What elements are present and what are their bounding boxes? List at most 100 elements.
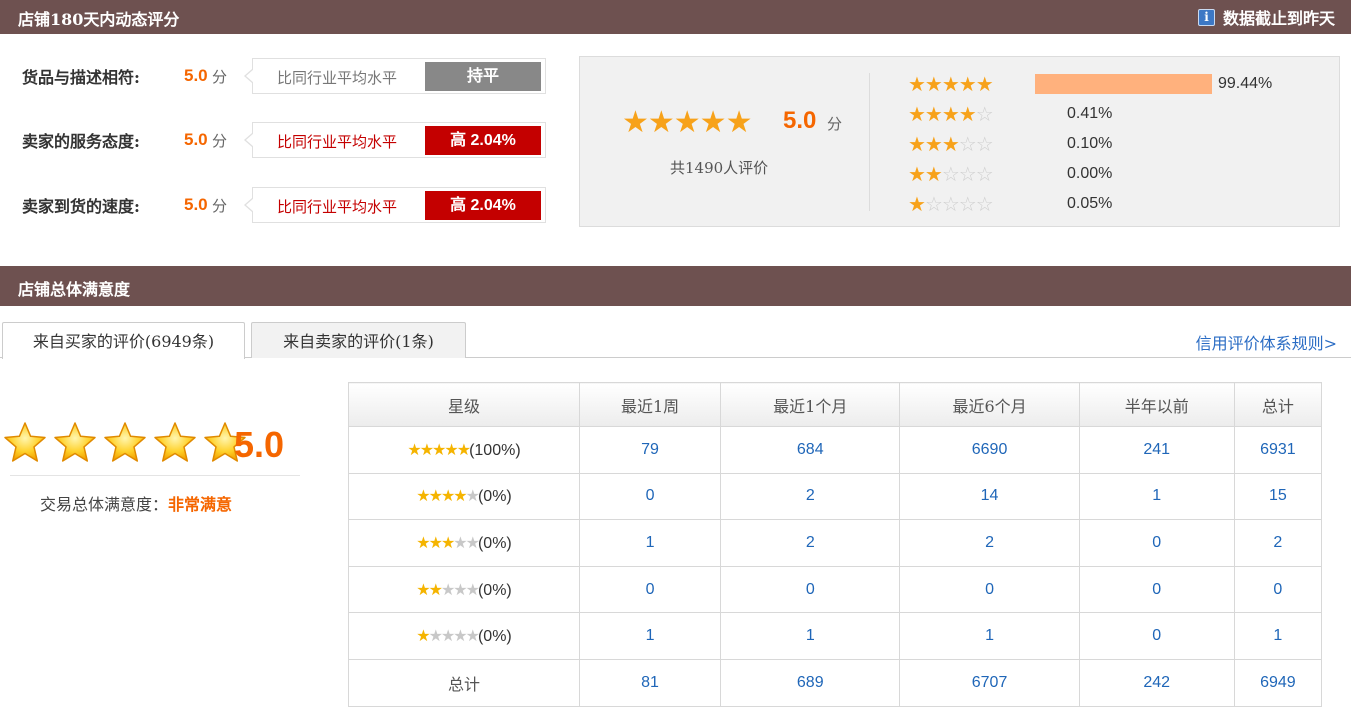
pointer-arrow-inner: [246, 198, 254, 212]
table-header-cell: 总计: [1233, 382, 1323, 427]
star-level-pct: (100%): [469, 441, 521, 459]
table-header-row: 星级 最近1周 最近1个月 最近6个月 半年以前 总计: [348, 382, 1323, 427]
overall-star-icon: [104, 422, 146, 462]
distribution-pct: 0.10%: [1067, 135, 1113, 152]
count-cell[interactable]: 2: [1233, 519, 1323, 567]
distribution-row: ★☆☆☆☆ 0.05%: [908, 189, 1112, 219]
count-cell[interactable]: 0: [1078, 612, 1235, 660]
count-cell[interactable]: 684: [720, 426, 901, 474]
dsr-row: 卖家到货的速度: 5.0 分 比同行业平均水平 高 2.04%: [22, 187, 546, 223]
count-cell[interactable]: 0: [578, 565, 722, 614]
rating-summary-panel: ★★★★★ 5.0 分 共1490人评价 ★★★★★ 99.44% ★★★★☆ 0.4…: [579, 56, 1340, 227]
tab-buyer-reviews[interactable]: 来自买家的评价(6949条): [2, 322, 245, 359]
compare-badge: 持平: [425, 62, 541, 91]
pointer-arrow-inner: [246, 69, 254, 83]
star-level-cell: ★★★★★(0%): [348, 565, 580, 614]
star-level-icon: ★★★★★: [908, 73, 994, 96]
total-cell: 689: [720, 658, 901, 707]
star-level-icon: ★★★☆☆: [908, 133, 994, 156]
dsr-row: 卖家的服务态度: 5.0 分 比同行业平均水平 高 2.04%: [22, 122, 546, 158]
distribution-bar: [1035, 74, 1212, 94]
star-rating-icon: ★★★★★: [416, 488, 480, 506]
summary-score: 5.0: [783, 107, 817, 134]
overall-star-icon: [4, 422, 46, 462]
table-row: ★★★★★(0%) 1 1 1 0 1: [348, 612, 1323, 660]
tab-seller-reviews[interactable]: 来自卖家的评价(1条): [251, 322, 466, 358]
star-rating-icon: ★★★★★: [416, 628, 480, 646]
dsr-unit: 分: [212, 67, 228, 86]
count-cell[interactable]: 14: [899, 472, 1080, 521]
table-total-row: 总计 81 689 6707 242 6949: [348, 658, 1323, 707]
total-cell: 242: [1078, 658, 1235, 707]
rating-count: 共1490人评价: [670, 159, 769, 177]
count-cell[interactable]: 1: [578, 519, 722, 567]
count-cell[interactable]: 6690: [899, 426, 1080, 474]
star-level-cell: ★★★★★(100%): [348, 426, 580, 474]
total-cell: 6707: [899, 658, 1080, 707]
star-rating-icon: ★★★★★: [416, 581, 480, 599]
industry-compare-box: 比同行业平均水平 持平: [252, 58, 546, 94]
satisfaction-value: 非常满意: [168, 495, 233, 514]
star-level-icon: ★☆☆☆☆: [908, 193, 994, 216]
dsr-label: 货品与描述相符:: [22, 68, 140, 87]
star-level-pct: (0%): [477, 534, 512, 552]
pointer-arrow-inner: [246, 133, 254, 147]
dsr-header-bar: 店铺180天内动态评分 i 数据截止到昨天: [0, 0, 1351, 34]
count-cell[interactable]: 15: [1233, 472, 1323, 521]
star-level-cell: ★★★★★(0%): [348, 519, 580, 567]
count-cell[interactable]: 2: [899, 519, 1080, 567]
industry-compare-box: 比同行业平均水平 高 2.04%: [252, 187, 546, 223]
star-level-pct: (0%): [477, 628, 512, 646]
count-cell[interactable]: 79: [578, 426, 722, 474]
data-note: i 数据截止到昨天: [1197, 5, 1335, 29]
count-cell[interactable]: 1: [899, 612, 1080, 660]
count-cell[interactable]: 1: [1078, 472, 1235, 521]
count-cell[interactable]: 0: [1078, 565, 1235, 614]
dsr-label: 卖家的服务态度:: [22, 132, 140, 151]
data-note-text: 数据截止到昨天: [1222, 9, 1335, 28]
star-level-pct: (0%): [477, 581, 512, 599]
table-row: ★★★★★(100%) 79 684 6690 241 6931: [348, 426, 1323, 474]
count-cell[interactable]: 0: [578, 472, 722, 521]
satisfaction-label: 交易总体满意度：: [40, 495, 169, 514]
star-level-icon: ★★☆☆☆: [908, 163, 994, 186]
count-cell[interactable]: 0: [720, 565, 901, 614]
table-header-cell: 最近1周: [578, 382, 722, 427]
summary-stars-icon: ★★★★★: [622, 106, 752, 139]
compare-text: 比同行业平均水平: [277, 198, 398, 216]
overall-title: 店铺总体满意度: [18, 280, 131, 299]
count-cell[interactable]: 241: [1078, 426, 1235, 474]
count-cell[interactable]: 0: [1233, 565, 1323, 614]
distribution-pct: 0.41%: [1067, 105, 1113, 122]
count-cell[interactable]: 1: [1233, 612, 1323, 660]
count-cell[interactable]: 1: [578, 612, 722, 660]
count-cell[interactable]: 2: [720, 519, 901, 567]
total-cell: 81: [578, 658, 722, 707]
star-level-icon: ★★★★☆: [908, 103, 994, 126]
distribution-pct: 0.05%: [1067, 195, 1113, 212]
count-cell[interactable]: 2: [720, 472, 901, 521]
overall-star-icon: [154, 422, 196, 462]
overall-header-bar: 店铺总体满意度: [0, 266, 1351, 306]
count-cell[interactable]: 1: [720, 612, 901, 660]
count-cell[interactable]: 6931: [1233, 426, 1323, 474]
compare-badge: 高 2.04%: [425, 191, 541, 220]
dsr-unit: 分: [212, 131, 228, 150]
distribution-pct: 0.00%: [1067, 165, 1113, 182]
table-row: ★★★★★(0%) 0 0 0 0 0: [348, 565, 1323, 614]
summary-score-unit: 分: [827, 115, 843, 133]
count-cell[interactable]: 0: [1078, 519, 1235, 567]
dsr-label: 卖家到货的速度:: [22, 197, 140, 216]
star-rating-icon: ★★★★★: [407, 441, 471, 459]
compare-badge: 高 2.04%: [425, 126, 541, 155]
distribution-row: ★★☆☆☆ 0.00%: [908, 159, 1112, 189]
star-rating-icon: ★★★★★: [416, 534, 480, 552]
distribution-row: ★★★★☆ 0.41%: [908, 99, 1112, 129]
distribution-pct: 99.44%: [1218, 75, 1273, 92]
credit-rules-link[interactable]: 信用评价体系规则>: [1196, 330, 1337, 354]
summary-divider: [869, 73, 870, 211]
dsr-unit: 分: [212, 196, 228, 215]
count-cell[interactable]: 0: [899, 565, 1080, 614]
satisfaction-line: 交易总体满意度：非常满意: [40, 491, 232, 515]
total-cell: 6949: [1233, 658, 1323, 707]
